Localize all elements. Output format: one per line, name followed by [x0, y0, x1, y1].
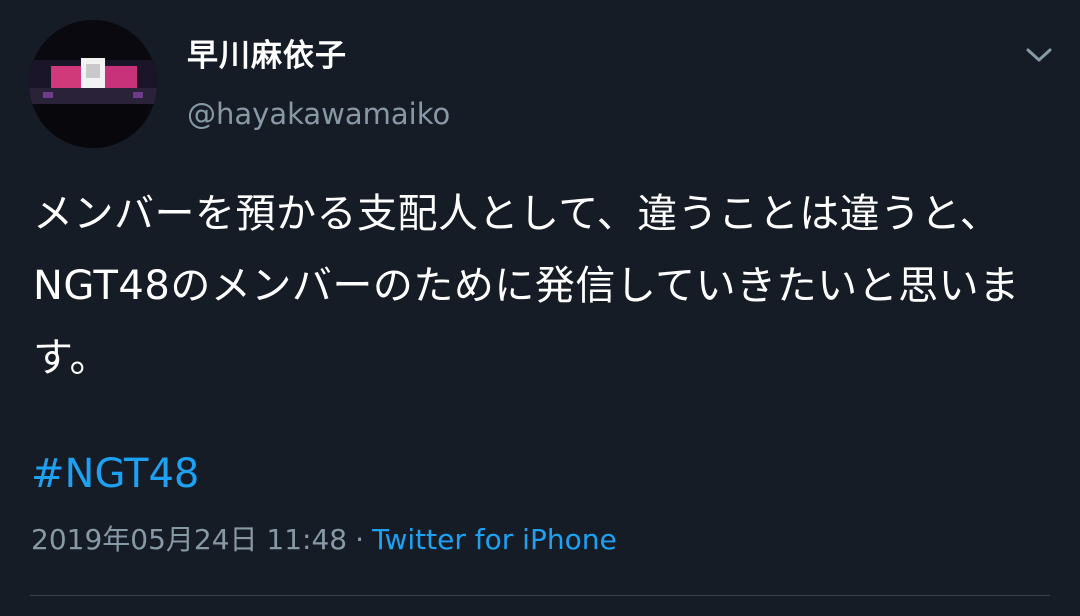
- avatar[interactable]: [29, 20, 157, 148]
- stage-photo-avatar-icon: [29, 20, 157, 148]
- meta-separator: ·: [355, 523, 365, 556]
- tweet-meta: 2019年05月24日 11:48 · Twitter for iPhone: [31, 518, 617, 562]
- chevron-down-icon: [1026, 48, 1052, 62]
- tweet-source-link[interactable]: Twitter for iPhone: [372, 523, 617, 556]
- user-handle[interactable]: @hayakawamaiko: [187, 94, 450, 134]
- hashtag-link[interactable]: #NGT48: [31, 448, 199, 500]
- tweet-card: 早川麻依子 @hayakawamaiko メンバーを預かる支配人として、違うこと…: [0, 0, 1080, 616]
- tweet-text: メンバーを預かる支配人として、違うことは違うと、NGT48のメンバーのために発信…: [33, 191, 1020, 381]
- divider: [30, 595, 1050, 596]
- tweet-timestamp[interactable]: 2019年05月24日 11:48: [31, 523, 347, 556]
- display-name[interactable]: 早川麻依子: [187, 36, 347, 76]
- tweet-menu-button[interactable]: [1022, 40, 1056, 70]
